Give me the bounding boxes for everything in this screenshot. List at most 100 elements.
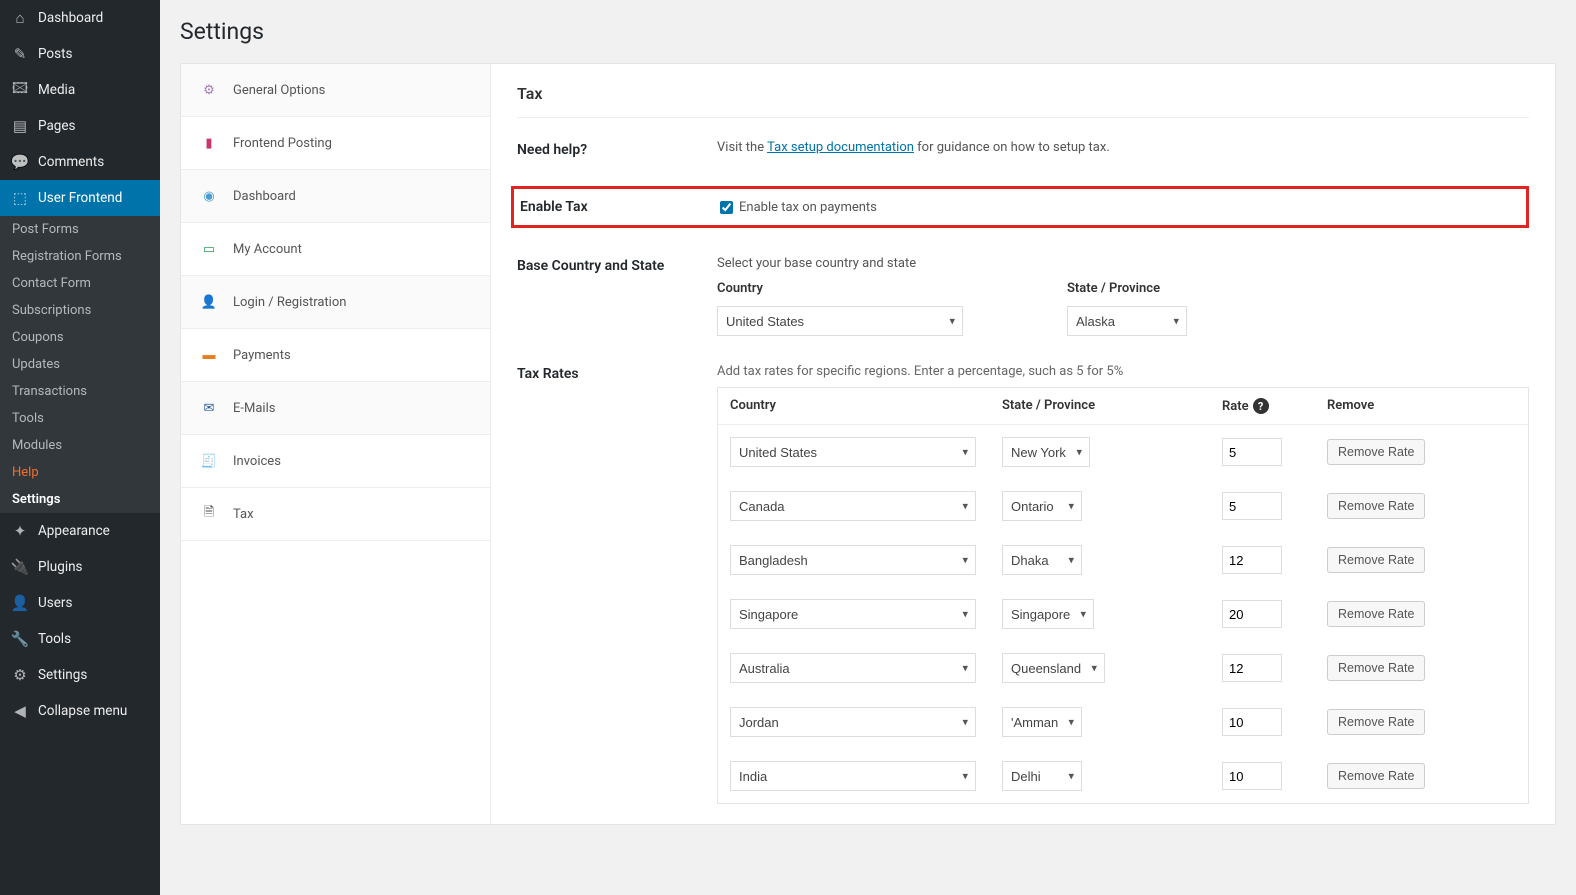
sidebar-sub-transactions[interactable]: Transactions: [0, 378, 160, 405]
settings-nav-my-account[interactable]: ▭My Account: [181, 223, 490, 276]
base-hint: Select your base country and state: [717, 256, 1529, 271]
sidebar-sub-registration-forms[interactable]: Registration Forms: [0, 243, 160, 270]
sidebar-sub-modules[interactable]: Modules: [0, 432, 160, 459]
sidebar-item-collapse-menu[interactable]: ◀Collapse menu: [0, 693, 160, 729]
invoices-icon: 🧾: [199, 451, 219, 471]
base-country-select[interactable]: United States: [717, 306, 963, 336]
remove-rate-button[interactable]: Remove Rate: [1327, 601, 1425, 627]
rate-country-select[interactable]: United States: [730, 437, 976, 467]
rate-country-select[interactable]: India: [730, 761, 976, 791]
sidebar-sub-help[interactable]: Help: [0, 459, 160, 486]
settings-nav-e-mails[interactable]: ✉E-Mails: [181, 382, 490, 435]
settings-nav: ⚙General Options▮Frontend Posting◉Dashbo…: [181, 64, 491, 824]
settings-nav-invoices[interactable]: 🧾Invoices: [181, 435, 490, 488]
rate-row: Bangladesh Dhaka Remove Rate: [718, 533, 1528, 587]
rate-help-icon[interactable]: ?: [1253, 398, 1269, 414]
sidebar-item-posts[interactable]: ✎Posts: [0, 36, 160, 72]
rate-input[interactable]: [1222, 546, 1282, 574]
sidebar-item-plugins[interactable]: 🔌Plugins: [0, 549, 160, 585]
rate-country-select[interactable]: Canada: [730, 491, 976, 521]
sidebar-sub-coupons[interactable]: Coupons: [0, 324, 160, 351]
rate-state-select[interactable]: Singapore: [1002, 599, 1094, 629]
rate-country-select[interactable]: Singapore: [730, 599, 976, 629]
sidebar-sub-tools[interactable]: Tools: [0, 405, 160, 432]
rate-state-select[interactable]: 'Amman: [1002, 707, 1082, 737]
posts-icon: ✎: [10, 44, 30, 64]
settings-nav-login-registration[interactable]: 👤Login / Registration: [181, 276, 490, 329]
base-country-label: Base Country and State: [517, 256, 717, 336]
tax-icon: 🗎: [199, 504, 219, 524]
rate-row: Singapore Singapore Remove Rate: [718, 587, 1528, 641]
tax-docs-link[interactable]: Tax setup documentation: [767, 140, 914, 155]
pages-icon: ▤: [10, 116, 30, 136]
enable-tax-checkbox-label: Enable tax on payments: [739, 200, 877, 215]
enable-tax-checkbox[interactable]: [720, 201, 733, 214]
settings-nav-frontend-posting[interactable]: ▮Frontend Posting: [181, 117, 490, 170]
rate-input[interactable]: [1222, 708, 1282, 736]
rate-state-select[interactable]: Ontario: [1002, 491, 1082, 521]
settings-nav-general-options[interactable]: ⚙General Options: [181, 64, 490, 117]
settings-icon: ⚙: [10, 665, 30, 685]
general-options-icon: ⚙: [199, 80, 219, 100]
rate-state-select[interactable]: Dhaka: [1002, 545, 1082, 575]
settings-nav-tax[interactable]: 🗎Tax: [181, 488, 490, 541]
sidebar-sub-updates[interactable]: Updates: [0, 351, 160, 378]
remove-rate-button[interactable]: Remove Rate: [1327, 655, 1425, 681]
rate-state-select[interactable]: Queensland: [1002, 653, 1105, 683]
base-state-select[interactable]: Alaska: [1067, 306, 1187, 336]
country-header: Country: [717, 281, 1067, 296]
sidebar-item-appearance[interactable]: ✦Appearance: [0, 513, 160, 549]
remove-rate-button[interactable]: Remove Rate: [1327, 763, 1425, 789]
remove-rate-button[interactable]: Remove Rate: [1327, 709, 1425, 735]
rate-state-select[interactable]: Delhi: [1002, 761, 1082, 791]
user-frontend-icon: ⬚: [10, 188, 30, 208]
dashboard-icon: ◉: [199, 186, 219, 206]
comments-icon: 💬: [10, 152, 30, 172]
rate-row: India Delhi Remove Rate: [718, 749, 1528, 803]
rate-state-select[interactable]: New York: [1002, 437, 1090, 467]
sidebar-sub-settings[interactable]: Settings: [0, 486, 160, 513]
rate-country-select[interactable]: Bangladesh: [730, 545, 976, 575]
login-registration-icon: 👤: [199, 292, 219, 312]
rate-country-select[interactable]: Australia: [730, 653, 976, 683]
remove-rate-button[interactable]: Remove Rate: [1327, 547, 1425, 573]
rate-input[interactable]: [1222, 438, 1282, 466]
help-text: Visit the Tax setup documentation for gu…: [717, 140, 1529, 158]
sidebar-item-pages[interactable]: ▤Pages: [0, 108, 160, 144]
sidebar-item-settings[interactable]: ⚙Settings: [0, 657, 160, 693]
sidebar-sub-contact-form[interactable]: Contact Form: [0, 270, 160, 297]
enable-tax-highlight: Enable Tax Enable tax on payments: [511, 186, 1529, 228]
section-title: Tax: [517, 84, 1529, 118]
enable-tax-checkbox-wrap[interactable]: Enable tax on payments: [720, 200, 1520, 215]
main-content: Settings ⚙General Options▮Frontend Posti…: [160, 0, 1576, 895]
remove-rate-button[interactable]: Remove Rate: [1327, 439, 1425, 465]
rates-hint: Add tax rates for specific regions. Ente…: [717, 364, 1529, 379]
settings-nav-payments[interactable]: ▬Payments: [181, 329, 490, 382]
users-icon: 👤: [10, 593, 30, 613]
rate-country-select[interactable]: Jordan: [730, 707, 976, 737]
settings-nav-dashboard[interactable]: ◉Dashboard: [181, 170, 490, 223]
sidebar-item-media[interactable]: 🖾Media: [0, 72, 160, 108]
rates-table: Country State / Province Rate? Remove Un…: [717, 387, 1529, 804]
sidebar-item-tools[interactable]: 🔧Tools: [0, 621, 160, 657]
rates-remove-header: Remove: [1327, 398, 1516, 414]
rate-row: Jordan 'Amman Remove Rate: [718, 695, 1528, 749]
rate-input[interactable]: [1222, 762, 1282, 790]
collapse-menu-icon: ◀: [10, 701, 30, 721]
sidebar-item-user-frontend[interactable]: ⬚User Frontend: [0, 180, 160, 216]
sidebar-sub-post-forms[interactable]: Post Forms: [0, 216, 160, 243]
sidebar-item-comments[interactable]: 💬Comments: [0, 144, 160, 180]
payments-icon: ▬: [199, 345, 219, 365]
sidebar-sub-subscriptions[interactable]: Subscriptions: [0, 297, 160, 324]
remove-rate-button[interactable]: Remove Rate: [1327, 493, 1425, 519]
tax-settings-panel: Tax Need help? Visit the Tax setup docum…: [491, 64, 1555, 824]
sidebar-item-users[interactable]: 👤Users: [0, 585, 160, 621]
rate-input[interactable]: [1222, 654, 1282, 682]
appearance-icon: ✦: [10, 521, 30, 541]
rate-input[interactable]: [1222, 492, 1282, 520]
enable-tax-label: Enable Tax: [520, 199, 720, 215]
sidebar-item-dashboard[interactable]: ⌂Dashboard: [0, 0, 160, 36]
rate-input[interactable]: [1222, 600, 1282, 628]
help-label: Need help?: [517, 140, 717, 158]
e-mails-icon: ✉: [199, 398, 219, 418]
